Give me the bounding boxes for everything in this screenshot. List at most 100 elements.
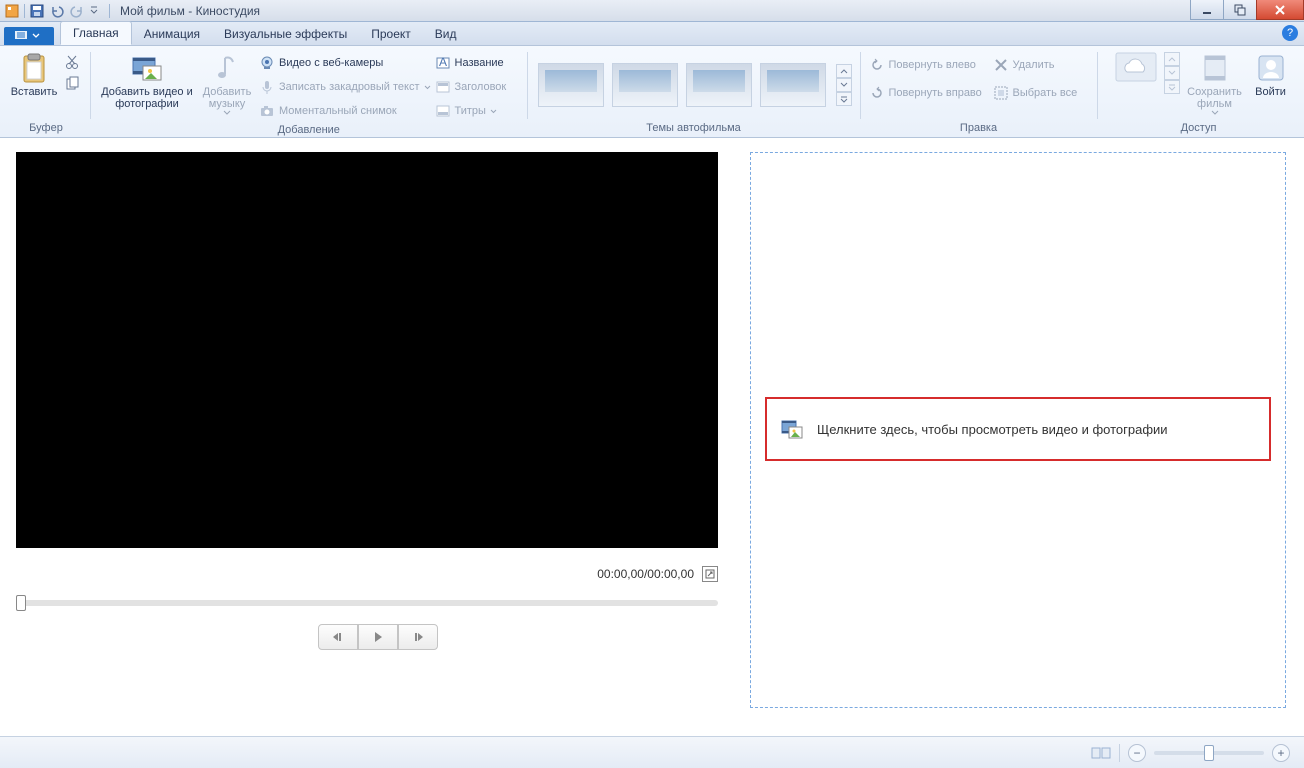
group-access-label: Доступ	[1106, 120, 1292, 137]
paste-label: Вставить	[11, 86, 58, 98]
zoom-slider-thumb[interactable]	[1204, 745, 1214, 761]
seek-thumb[interactable]	[16, 595, 26, 611]
captions-icon	[435, 103, 451, 119]
redo-icon[interactable]	[69, 3, 85, 19]
file-menu-icon	[14, 30, 28, 42]
minimize-button[interactable]	[1190, 0, 1224, 20]
film-photo-icon	[781, 418, 803, 440]
select-all-button[interactable]: Выбрать все	[993, 82, 1089, 104]
title-text-icon: A	[435, 55, 451, 71]
delete-x-icon	[993, 57, 1009, 73]
cut-button[interactable]	[62, 52, 82, 72]
theme-thumbnail[interactable]	[686, 63, 752, 107]
qat-dropdown-icon[interactable]	[89, 3, 105, 19]
statusbar-separator	[1119, 744, 1120, 762]
share-scroll-up[interactable]	[1164, 52, 1180, 66]
theme-thumbnail[interactable]	[760, 63, 826, 107]
paste-button[interactable]: Вставить	[10, 50, 58, 100]
maximize-button[interactable]	[1223, 0, 1257, 20]
fullscreen-button[interactable]	[702, 566, 718, 582]
preview-timecode: 00:00,00/00:00,00	[597, 567, 694, 581]
close-button[interactable]	[1256, 0, 1304, 20]
cloud-share-button[interactable]	[1106, 50, 1156, 88]
group-separator	[527, 52, 528, 119]
narration-label: Записать закадровый текст	[279, 81, 420, 93]
rotate-left-label: Повернуть влево	[889, 59, 976, 71]
group-add: Добавить видео и фотографии Добавить муз…	[93, 48, 525, 137]
seek-bar[interactable]	[16, 600, 718, 606]
zoom-slider[interactable]	[1154, 751, 1264, 755]
qat-separator	[109, 4, 110, 18]
tab-view[interactable]: Вид	[423, 23, 469, 45]
save-icon[interactable]	[29, 3, 45, 19]
zoom-in-button[interactable]: +	[1272, 744, 1290, 762]
copy-button[interactable]	[62, 74, 82, 94]
buffer-side-actions	[62, 50, 82, 94]
header-caption-label: Заголовок	[455, 81, 507, 93]
share-scroll-down[interactable]	[1164, 66, 1180, 80]
title-bar: Мой фильм - Киностудия	[0, 0, 1304, 22]
qat-separator	[24, 4, 25, 18]
add-music-button[interactable]: Добавить музыку	[199, 50, 255, 118]
delete-button[interactable]: Удалить	[993, 54, 1089, 76]
help-button[interactable]: ?	[1282, 25, 1298, 41]
undo-icon[interactable]	[49, 3, 65, 19]
group-separator	[860, 52, 861, 119]
tab-home[interactable]: Главная	[60, 21, 132, 45]
rotate-right-button[interactable]: Повернуть вправо	[869, 82, 989, 104]
save-movie-button[interactable]: Сохранить фильм	[1184, 50, 1246, 118]
group-themes-label: Темы автофильма	[536, 120, 852, 137]
quick-access-toolbar	[0, 3, 110, 19]
theme-scroll-up[interactable]	[836, 64, 852, 78]
captions-button[interactable]: Титры	[435, 100, 519, 122]
chevron-down-icon	[223, 110, 231, 116]
snapshot-button[interactable]: Моментальный снимок	[259, 100, 431, 122]
tab-visual-effects[interactable]: Визуальные эффекты	[212, 23, 359, 45]
webcam-label: Видео с веб-камеры	[279, 57, 383, 69]
zoom-out-button[interactable]: −	[1128, 744, 1146, 762]
chevron-down-icon	[1211, 110, 1219, 116]
header-text-icon	[435, 79, 451, 95]
play-button[interactable]	[358, 624, 398, 650]
group-separator	[90, 52, 91, 119]
timeline-drop-zone[interactable]: Щелкните здесь, чтобы просмотреть видео …	[750, 152, 1286, 708]
theme-thumbnail[interactable]	[538, 63, 604, 107]
theme-gallery-expand[interactable]	[836, 92, 852, 106]
timeline-pane: Щелкните здесь, чтобы просмотреть видео …	[740, 138, 1304, 736]
prev-frame-button[interactable]	[318, 624, 358, 650]
rotate-right-label: Повернуть вправо	[889, 87, 982, 99]
add-media-callout-text: Щелкните здесь, чтобы просмотреть видео …	[817, 422, 1168, 437]
film-photo-icon	[131, 52, 163, 84]
add-music-label: Добавить музыку	[201, 86, 253, 110]
cloud-icon	[1115, 52, 1147, 84]
chevron-down-icon	[424, 84, 431, 91]
file-menu-button[interactable]	[4, 27, 54, 45]
theme-thumbnail[interactable]	[612, 63, 678, 107]
webcam-video-button[interactable]: Видео с веб-камеры	[259, 52, 431, 74]
view-switch-button[interactable]	[1091, 745, 1111, 761]
narration-button[interactable]: Записать закадровый текст	[259, 76, 431, 98]
title-caption-button[interactable]: A Название	[435, 52, 519, 74]
tab-project[interactable]: Проект	[359, 23, 423, 45]
window-title: Мой фильм - Киностудия	[120, 4, 260, 18]
theme-scroll-down[interactable]	[836, 78, 852, 92]
ribbon-tabstrip: Главная Анимация Визуальные эффекты Прое…	[0, 22, 1304, 46]
rotate-right-icon	[869, 85, 885, 101]
workspace: 00:00,00/00:00,00 Щелкните здесь, чтобы …	[0, 138, 1304, 736]
svg-text:A: A	[439, 55, 447, 69]
header-caption-button[interactable]: Заголовок	[435, 76, 519, 98]
group-separator	[1097, 52, 1098, 119]
music-note-icon	[211, 52, 243, 84]
share-gallery-expand[interactable]	[1164, 80, 1180, 94]
microphone-icon	[259, 79, 275, 95]
add-video-photo-button[interactable]: Добавить видео и фотографии	[99, 50, 195, 112]
rotate-left-icon	[869, 57, 885, 73]
tab-animation[interactable]: Анимация	[132, 23, 212, 45]
add-media-callout[interactable]: Щелкните здесь, чтобы просмотреть видео …	[765, 397, 1271, 461]
rotate-left-button[interactable]: Повернуть влево	[869, 54, 989, 76]
sign-in-button[interactable]: Войти	[1250, 50, 1292, 100]
next-frame-button[interactable]	[398, 624, 438, 650]
chevron-down-icon	[32, 32, 40, 40]
select-all-icon	[993, 85, 1009, 101]
title-caption-label: Название	[455, 57, 504, 69]
